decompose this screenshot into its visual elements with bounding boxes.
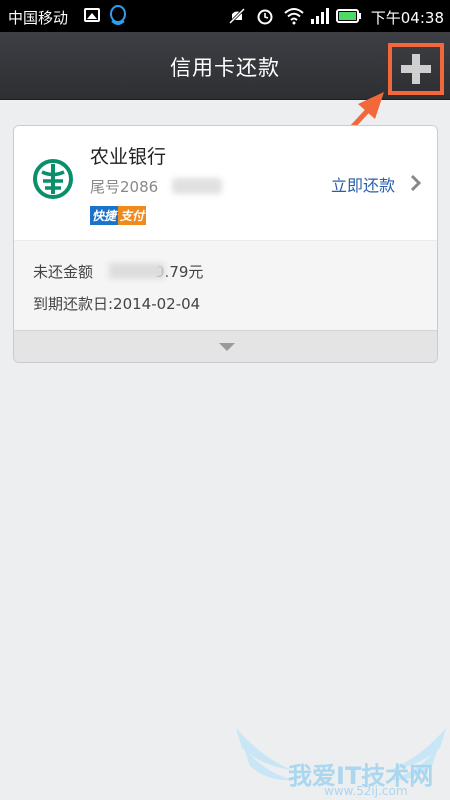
card-details: 未还金额 9.79元 到期还款日:2014-02-04 <box>14 240 437 330</box>
quick-pay-badge: 快捷 支付 <box>90 206 147 225</box>
site-watermark: 我爱IT技术网 www.52ij.com <box>232 718 450 800</box>
expand-bar[interactable] <box>14 330 437 362</box>
annotation-arrow <box>293 92 384 191</box>
bank-name: 农业银行 <box>90 146 167 168</box>
abc-bank-logo-icon <box>33 159 73 199</box>
chevron-right-icon[interactable] <box>409 174 421 192</box>
redacted-holder-name <box>172 178 222 194</box>
chevron-down-icon[interactable] <box>218 342 236 352</box>
quick-pay-badge-part2: 支付 <box>118 206 147 225</box>
due-amount-label-text: 未还金额 <box>33 263 94 281</box>
due-date: 到期还款日:2014-02-04 <box>33 295 201 313</box>
card-number-tail: 尾号2086 <box>90 178 159 196</box>
repay-now-button[interactable]: 立即还款 <box>331 172 395 196</box>
credit-card-item[interactable]: 农业银行 尾号2086 快捷 支付 立即还款 未还金额 9.79元 到期还款日:2… <box>13 125 438 363</box>
quick-pay-badge-part1: 快捷 <box>90 206 119 225</box>
card-header[interactable]: 农业银行 尾号2086 快捷 支付 立即还款 <box>14 126 437 240</box>
redacted-amount <box>109 263 165 279</box>
watermark-url: www.52ij.com <box>324 784 408 798</box>
